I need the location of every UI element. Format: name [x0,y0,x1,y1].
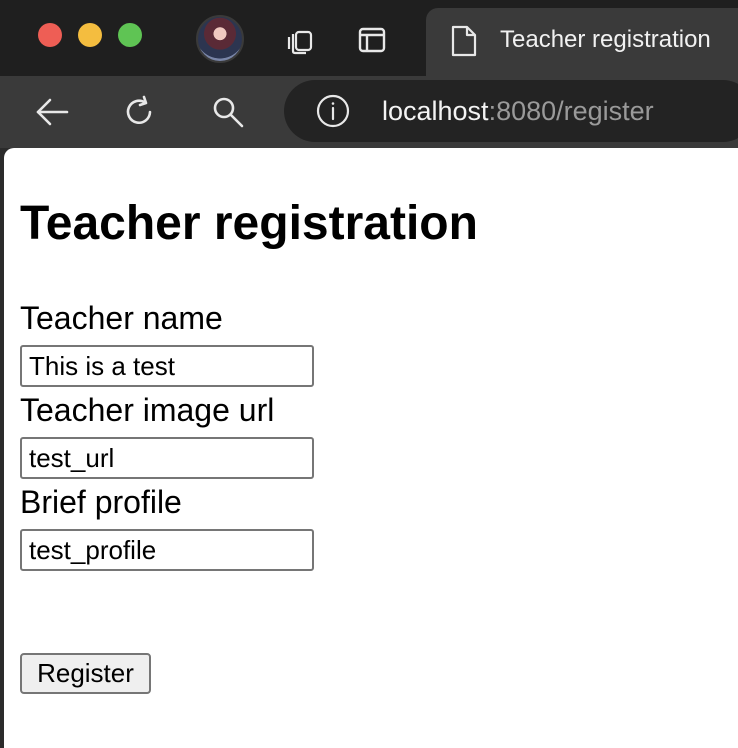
info-icon[interactable] [316,94,350,128]
navigation-bar: localhost:8080/register [0,76,738,148]
teacher-image-url-input[interactable] [20,437,314,479]
tab-strip: Teacher registration [0,0,738,76]
brief-profile-label: Brief profile [20,484,182,520]
register-button[interactable]: Register [20,653,151,694]
maximize-window-button[interactable] [118,23,142,47]
brief-profile-input[interactable] [20,529,314,571]
close-window-button[interactable] [38,23,62,47]
tab-teacher-registration[interactable]: Teacher registration [426,8,738,76]
teacher-name-label: Teacher name [20,300,223,336]
search-icon [213,97,244,128]
tab-title: Teacher registration [500,26,711,53]
tabs-icon[interactable] [282,22,318,58]
url-path: :8080/register [488,96,654,126]
search-button[interactable] [206,90,250,134]
sidebar-icon[interactable] [354,22,390,58]
url-text: localhost:8080/register [382,96,654,127]
page-title: Teacher registration [20,197,478,250]
back-arrow-icon [36,98,69,126]
page-content: Teacher registration Teacher name Teache… [4,148,738,748]
teacher-name-input[interactable] [20,345,314,387]
minimize-window-button[interactable] [78,23,102,47]
reload-button[interactable] [118,90,162,134]
document-icon [451,25,477,57]
reload-icon [126,95,152,125]
teacher-image-url-label: Teacher image url [20,392,275,428]
url-host: localhost [382,96,489,126]
profile-avatar[interactable] [196,15,244,63]
back-button[interactable] [30,90,74,134]
address-bar[interactable]: localhost:8080/register [284,80,738,142]
